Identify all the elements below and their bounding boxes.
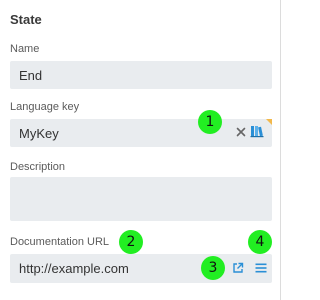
modified-marker-icon <box>266 119 272 125</box>
callout-badge-2: 2 <box>119 230 143 254</box>
description-label: Description <box>10 161 66 173</box>
callout-badge-3: 3 <box>201 256 225 280</box>
documentation-url-label: Documentation URL <box>10 236 110 248</box>
name-label: Name <box>10 43 40 55</box>
external-link-icon[interactable] <box>232 262 244 274</box>
name-field[interactable]: End <box>10 61 272 89</box>
description-field[interactable] <box>10 177 272 221</box>
callout-badge-4: 4 <box>248 230 272 254</box>
callout-badge-1: 1 <box>198 110 222 134</box>
close-icon[interactable] <box>236 127 246 137</box>
panel-title: State <box>10 12 42 27</box>
language-key-field[interactable]: MyKey <box>10 119 272 147</box>
name-value: End <box>19 67 43 83</box>
language-key-value: MyKey <box>19 125 59 141</box>
language-key-label: Language key <box>10 101 80 113</box>
book-icon[interactable] <box>250 124 264 138</box>
properties-panel: State Name End Language key MyKey Descri… <box>0 0 281 300</box>
hamburger-menu-icon[interactable] <box>255 262 267 274</box>
